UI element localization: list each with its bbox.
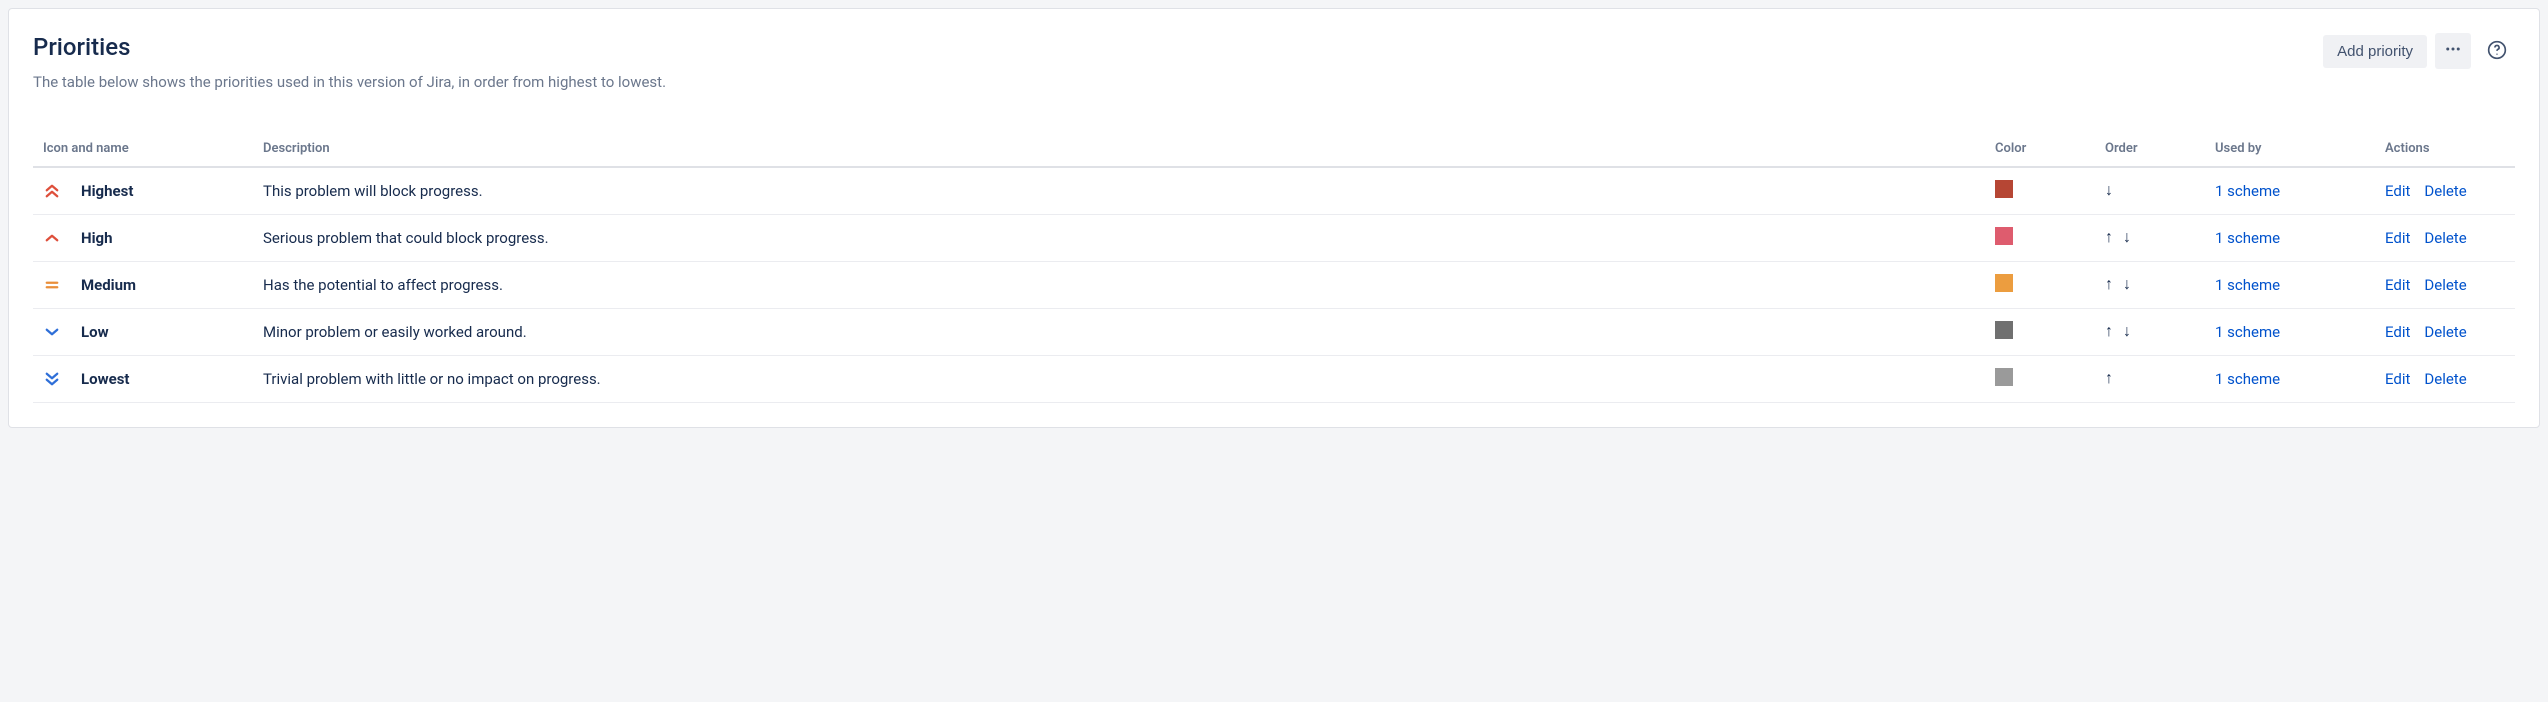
priority-name: Highest [81, 182, 133, 200]
order-cell: ↑↓ [2105, 277, 2195, 293]
color-swatch [1995, 274, 2013, 292]
icon-name-cell: Medium [43, 276, 243, 294]
help-button[interactable] [2479, 33, 2515, 69]
priority-low-icon [43, 323, 61, 341]
add-priority-button[interactable]: Add priority [2323, 35, 2427, 68]
arrow-down-icon: ↓ [2105, 182, 2113, 199]
actions-cell: Edit Delete [2385, 276, 2505, 294]
actions-cell: Edit Delete [2385, 229, 2505, 247]
delete-link[interactable]: Delete [2424, 276, 2466, 294]
table-row: Highest This problem will block progress… [33, 167, 2515, 215]
header-actions: Add priority [2323, 33, 2515, 69]
edit-link[interactable]: Edit [2385, 370, 2410, 388]
priority-name: Medium [81, 276, 136, 294]
page-subtitle: The table below shows the priorities use… [33, 73, 2323, 91]
page-header: Priorities The table below shows the pri… [33, 33, 2515, 91]
icon-name-cell: Highest [43, 182, 243, 200]
color-swatch [1995, 368, 2013, 386]
actions-cell: Edit Delete [2385, 323, 2505, 341]
col-header-description: Description [253, 131, 1985, 167]
arrow-down-icon: ↓ [2123, 323, 2131, 340]
priority-description: Has the potential to affect progress. [253, 262, 1985, 309]
used-by-link[interactable]: 1 scheme [2215, 276, 2280, 294]
icon-name-cell: Low [43, 323, 243, 341]
arrow-up-icon: ↑ [2105, 370, 2113, 387]
order-cell: ↑ [2105, 371, 2195, 387]
priority-name: High [81, 229, 113, 247]
priority-name: Low [81, 323, 109, 341]
move-up-button[interactable]: ↑ [2105, 277, 2113, 293]
table-row: Low Minor problem or easily worked aroun… [33, 309, 2515, 356]
actions-cell: Edit Delete [2385, 182, 2505, 200]
used-by-link[interactable]: 1 scheme [2215, 229, 2280, 247]
move-down-button[interactable]: ↓ [2123, 230, 2131, 246]
priority-high-icon [43, 229, 61, 247]
more-icon [2444, 40, 2462, 62]
priority-medium-icon [43, 276, 61, 294]
color-swatch [1995, 180, 2013, 198]
col-header-used-by: Used by [2205, 131, 2375, 167]
delete-link[interactable]: Delete [2424, 229, 2466, 247]
arrow-up-icon: ↑ [2105, 323, 2113, 340]
icon-name-cell: High [43, 229, 243, 247]
arrow-up-icon: ↑ [2105, 229, 2113, 246]
move-down-button[interactable]: ↓ [2105, 183, 2113, 199]
priority-description: Trivial problem with little or no impact… [253, 356, 1985, 403]
table-row: Medium Has the potential to affect progr… [33, 262, 2515, 309]
col-header-actions: Actions [2375, 131, 2515, 167]
move-down-button[interactable]: ↓ [2123, 277, 2131, 293]
col-header-icon-name: Icon and name [33, 131, 253, 167]
order-cell: ↑↓ [2105, 324, 2195, 340]
priority-lowest-icon [43, 370, 61, 388]
priorities-panel: Priorities The table below shows the pri… [8, 8, 2540, 428]
arrow-down-icon: ↓ [2123, 276, 2131, 293]
priority-description: Serious problem that could block progres… [253, 215, 1985, 262]
used-by-link[interactable]: 1 scheme [2215, 323, 2280, 341]
actions-cell: Edit Delete [2385, 370, 2505, 388]
table-header-row: Icon and name Description Color Order Us… [33, 131, 2515, 167]
delete-link[interactable]: Delete [2424, 182, 2466, 200]
move-up-button[interactable]: ↑ [2105, 371, 2113, 387]
color-swatch [1995, 321, 2013, 339]
edit-link[interactable]: Edit [2385, 276, 2410, 294]
delete-link[interactable]: Delete [2424, 370, 2466, 388]
col-header-color: Color [1985, 131, 2095, 167]
table-row: High Serious problem that could block pr… [33, 215, 2515, 262]
color-swatch [1995, 227, 2013, 245]
move-up-button[interactable]: ↑ [2105, 324, 2113, 340]
priority-description: This problem will block progress. [253, 167, 1985, 215]
page-title: Priorities [33, 33, 2323, 61]
help-icon [2487, 40, 2507, 63]
more-actions-button[interactable] [2435, 33, 2471, 69]
order-cell: ↑↓ [2105, 230, 2195, 246]
priority-name: Lowest [81, 370, 129, 388]
arrow-down-icon: ↓ [2123, 229, 2131, 246]
delete-link[interactable]: Delete [2424, 323, 2466, 341]
move-down-button[interactable]: ↓ [2123, 324, 2131, 340]
priority-description: Minor problem or easily worked around. [253, 309, 1985, 356]
edit-link[interactable]: Edit [2385, 182, 2410, 200]
icon-name-cell: Lowest [43, 370, 243, 388]
header-text: Priorities The table below shows the pri… [33, 33, 2323, 91]
edit-link[interactable]: Edit [2385, 229, 2410, 247]
move-up-button[interactable]: ↑ [2105, 230, 2113, 246]
used-by-link[interactable]: 1 scheme [2215, 370, 2280, 388]
edit-link[interactable]: Edit [2385, 323, 2410, 341]
order-cell: ↓ [2105, 183, 2195, 199]
arrow-up-icon: ↑ [2105, 276, 2113, 293]
priorities-table: Icon and name Description Color Order Us… [33, 131, 2515, 403]
priority-highest-icon [43, 182, 61, 200]
table-row: Lowest Trivial problem with little or no… [33, 356, 2515, 403]
col-header-order: Order [2095, 131, 2205, 167]
used-by-link[interactable]: 1 scheme [2215, 182, 2280, 200]
